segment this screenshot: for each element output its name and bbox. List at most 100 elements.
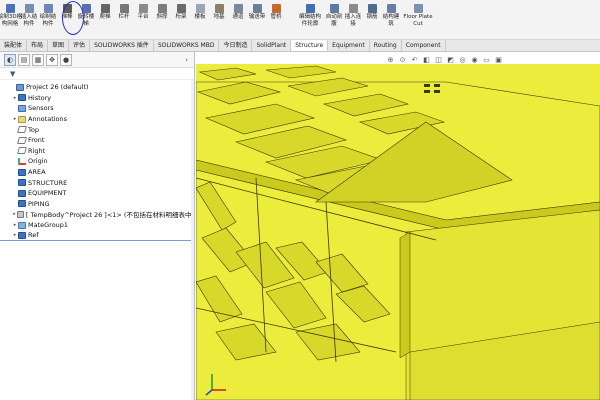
- tree-node[interactable]: ▸ Ref: [0, 230, 194, 241]
- ribbon-button-foundation[interactable]: 地基: [210, 4, 228, 21]
- tree-node[interactable]: EQUIPMENT: [0, 188, 194, 199]
- panel-tab-strip: ◐ ▤ ▦ ✥ ● ›: [0, 52, 194, 68]
- tab-3[interactable]: 评估: [69, 40, 91, 51]
- tab-8[interactable]: Structure: [291, 40, 329, 51]
- tree-node-label: History: [28, 93, 52, 102]
- insert-connection-icon: [348, 4, 358, 13]
- tab-2[interactable]: 草图: [48, 40, 70, 51]
- coordinate-triad-icon: [204, 370, 230, 396]
- tree-node[interactable]: Sensors: [0, 103, 194, 114]
- ribbon-button-edit-profile[interactable]: 编辑结构 件轮廓: [296, 4, 324, 28]
- graphics-viewport[interactable]: ⊕ ⊙ ↶ ◧ ◫ ◩ ◎ ◉ ▭ ▣: [196, 52, 600, 400]
- tree-node-icon: [18, 94, 26, 102]
- tree-node[interactable]: ▸[ TempBody^Project 26 ]<1> (不包括在材料明细表中): [0, 209, 194, 220]
- grid-3d-icon: [5, 4, 15, 13]
- truss-icon: [176, 4, 186, 13]
- tree-node-label: Right: [28, 146, 46, 155]
- ribbon-button-label: 斜撑: [156, 14, 168, 20]
- panel-scrollbar[interactable]: [191, 80, 194, 400]
- tree-node[interactable]: STRUCTURE: [0, 177, 194, 188]
- tree-node-icon: [18, 200, 26, 208]
- floor-slab-icon: [195, 4, 205, 13]
- tree-node[interactable]: Project 26 (default): [0, 82, 194, 93]
- tree-node[interactable]: ▸ Annotations: [0, 114, 194, 125]
- ribbon-button-spiral-stair[interactable]: 旋转楼 梯: [77, 4, 95, 28]
- ribbon-button-platform[interactable]: 平台: [134, 4, 152, 21]
- ribbon-button-label: 绘制结 构件: [39, 14, 57, 27]
- ribbon-button-brace[interactable]: 斜撑: [153, 4, 171, 21]
- tree-node[interactable]: AREA: [0, 167, 194, 178]
- tree-node[interactable]: ▸ History: [0, 93, 194, 104]
- ribbon-button-truss[interactable]: 桁架: [172, 4, 190, 21]
- ribbon-button-label: 插入结 构件: [20, 14, 38, 27]
- ribbon-button-pipe-bridge[interactable]: 管桥: [267, 4, 285, 21]
- auto-cope-icon: [329, 4, 339, 13]
- tree-node-icon: [18, 221, 26, 229]
- tree-node[interactable]: ▸ MateGroup1: [0, 220, 194, 231]
- tree-node-label: [ TempBody^Project 26 ]<1> (不包括在材料明细表中): [25, 211, 194, 220]
- tab-0[interactable]: 装配体: [0, 40, 28, 51]
- tree-node-icon: [18, 157, 26, 165]
- tree-node-icon: [18, 168, 26, 176]
- floor-plate-cut-icon: [413, 4, 423, 13]
- tree-node-label: Origin: [28, 157, 48, 166]
- ribbon-button-label: 平台: [137, 14, 149, 20]
- tab-5[interactable]: SOLIDWORKS MBD: [154, 40, 220, 51]
- ribbon-button-climb-ladder[interactable]: 爬梯: [96, 4, 114, 21]
- feature-tree: Project 26 (default) ▸ History Sensors ▸ Anno…: [0, 80, 194, 241]
- tree-node-icon: [16, 83, 24, 91]
- tab-11[interactable]: Component: [402, 40, 446, 51]
- ribbon-button-draw-member[interactable]: 绘制结 构件: [39, 4, 57, 28]
- tree-node[interactable]: PIPING: [0, 199, 194, 210]
- tree-node[interactable]: Top: [0, 124, 194, 135]
- tree-node-label: MateGroup1: [28, 221, 69, 230]
- passage-icon: [233, 4, 243, 13]
- tree-node[interactable]: Front: [0, 135, 194, 146]
- ribbon-button-structure-building[interactable]: 结构建 筑: [382, 4, 400, 28]
- ribbon-button-insert-member[interactable]: 插入结 构件: [20, 4, 38, 28]
- tab-4[interactable]: SOLIDWORKS 插件: [90, 40, 154, 51]
- tree-node-icon: [18, 189, 26, 197]
- ribbon-button-passage[interactable]: 通道: [229, 4, 247, 21]
- property-manager-tab-icon[interactable]: ▤: [18, 53, 30, 66]
- display-manager-tab-icon[interactable]: ●: [60, 53, 72, 66]
- ribbon-button-label: Floor Plate Cut: [403, 14, 433, 27]
- ribbon-button-label: 爬梯: [99, 14, 111, 20]
- ribbon-button-label: 通道: [232, 14, 244, 20]
- ribbon-button-rebar[interactable]: 钢筋: [363, 4, 381, 21]
- tab-6[interactable]: 今日制造: [219, 40, 253, 51]
- tree-node-label: Top: [28, 125, 39, 134]
- tab-9[interactable]: Equipment: [328, 40, 370, 51]
- climb-ladder-icon: [100, 4, 110, 13]
- rebar-icon: [367, 4, 377, 13]
- platform-icon: [138, 4, 148, 13]
- tree-node-icon: [16, 210, 24, 218]
- expand-panel-icon[interactable]: ›: [185, 56, 188, 64]
- tree-node[interactable]: Origin: [0, 156, 194, 167]
- ribbon-button-label: 栏杆: [118, 14, 130, 20]
- ribbon-button-floor-slab[interactable]: 楼板: [191, 4, 209, 21]
- ribbon-button-grid-3d[interactable]: 绘制3D格 构网格: [0, 4, 22, 28]
- ribbon-button-floor-plate-cut[interactable]: Floor Plate Cut: [401, 4, 435, 28]
- ribbon-button-railing[interactable]: 栏杆: [115, 4, 133, 21]
- tree-filter-bar[interactable]: ▼: [0, 68, 194, 80]
- ribbon-button-conveyor[interactable]: 输送带: [248, 4, 266, 21]
- tab-10[interactable]: Routing: [370, 40, 402, 51]
- draw-member-icon: [43, 4, 53, 13]
- ribbon-button-auto-cope[interactable]: 自动剖 腹: [325, 4, 343, 28]
- ribbon-button-label: 编辑结构 件轮廓: [298, 14, 321, 27]
- model-render[interactable]: [196, 52, 600, 400]
- feature-tree-tab-icon[interactable]: ◐: [4, 53, 16, 66]
- ribbon-button-ladder[interactable]: 梯棒: [58, 4, 76, 21]
- tree-node-label: PIPING: [28, 199, 50, 208]
- tab-1[interactable]: 布局: [27, 40, 49, 51]
- configuration-tab-icon[interactable]: ▦: [32, 53, 44, 66]
- tab-7[interactable]: SolidPlant: [252, 40, 292, 51]
- filter-icon[interactable]: ▼: [10, 70, 15, 78]
- dimxpert-tab-icon[interactable]: ✥: [46, 53, 58, 66]
- command-manager-tabs: 装配体 布局 草图 评估 SOLIDWORKS 插件 SOLIDWORKS MBD 今日制造…: [0, 40, 600, 52]
- ribbon-button-insert-connection[interactable]: 插入连 接: [344, 4, 362, 28]
- tree-node-label: Front: [28, 136, 45, 145]
- tree-node[interactable]: Right: [0, 146, 194, 157]
- pipe-bridge-icon: [271, 4, 281, 13]
